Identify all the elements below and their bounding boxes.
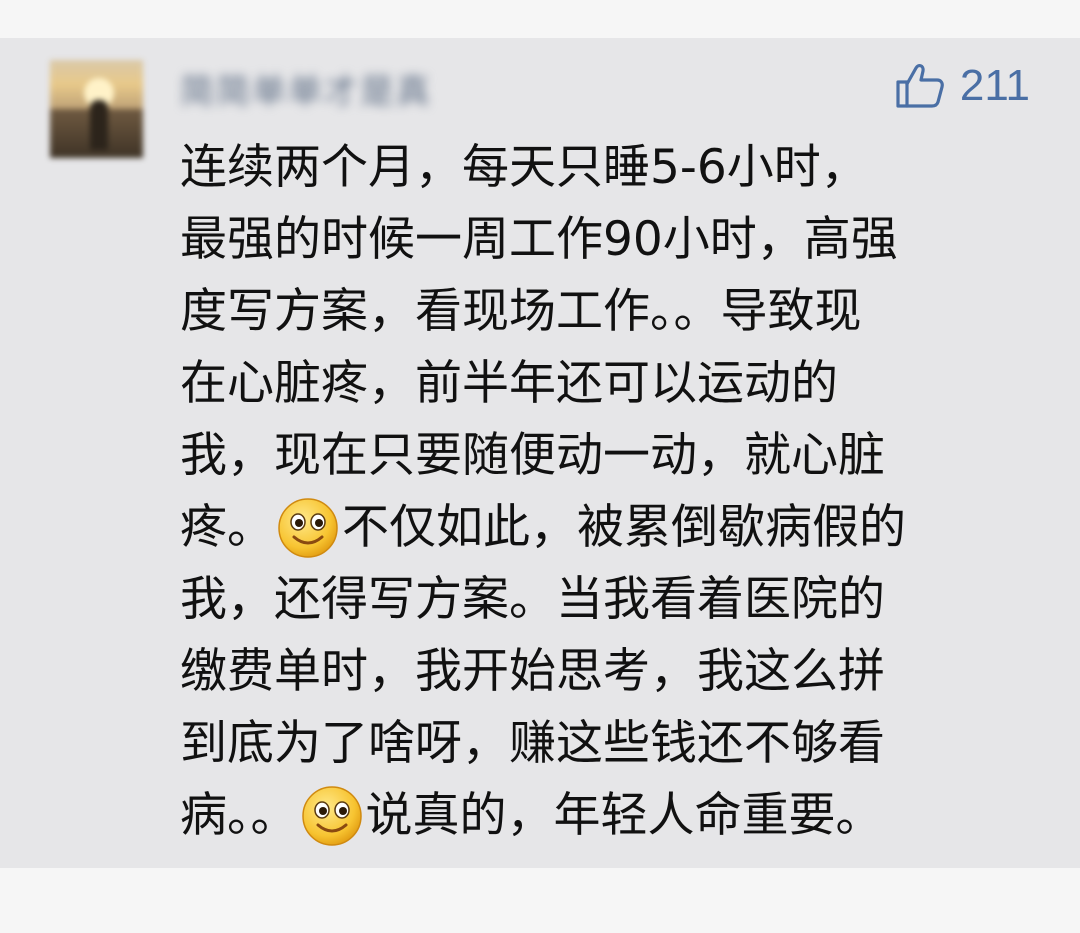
comment-line: 到底为了啥呀，赚这些钱还不够看 xyxy=(180,708,1020,780)
comment-text: 到底为了啥呀，赚这些钱还不够看 xyxy=(180,716,885,771)
avatar-figure xyxy=(90,100,108,150)
comment-text: 最强的时候一周工作90小时，高强 xyxy=(180,212,898,267)
comment-body: 连续两个月，每天只睡5-6小时， 最强的时候一周工作90小时，高强 度写方案，看现场… xyxy=(180,132,1020,852)
comment-text: 说真的，年轻人命重要。 xyxy=(365,788,883,843)
comment-text: 我，还得写方案。当我看着医院的 xyxy=(180,572,885,627)
thumbs-up-icon[interactable] xyxy=(894,60,946,112)
comment-line: 度写方案，看现场工作。。导致现 xyxy=(180,276,1020,348)
comment-text: 连续两个月，每天只睡5-6小时， xyxy=(180,140,868,195)
comment-line: 疼。 不仅如此，被累倒歇病假的 xyxy=(180,492,1020,564)
like-control[interactable]: 211 xyxy=(894,60,1030,112)
comment-text: 病。。 xyxy=(180,788,298,843)
comment-line: 我，现在只要随便动一动，就心脏 xyxy=(180,420,1020,492)
comment-text: 度写方案，看现场工作。。导致现 xyxy=(180,284,862,339)
comment-text: 在心脏疼，前半年还可以运动的 xyxy=(180,356,838,411)
comment-line: 最强的时候一周工作90小时，高强 xyxy=(180,204,1020,276)
comment-line: 病。。 说真的，年轻人命重要。 xyxy=(180,780,1020,852)
comment-line: 连续两个月，每天只睡5-6小时， xyxy=(180,132,1020,204)
user-avatar[interactable] xyxy=(50,60,143,158)
comment-card: 简简单单才是真 211 连续两个月，每天只睡5-6小时， 最强的时候一周工作90小… xyxy=(0,38,1080,868)
smiley-emoji-icon xyxy=(300,784,364,848)
comment-text: 疼。 xyxy=(180,500,274,555)
comment-line: 缴费单时，我开始思考，我这么拼 xyxy=(180,636,1020,708)
smiley-emoji-icon xyxy=(276,496,340,560)
comment-line: 在心脏疼，前半年还可以运动的 xyxy=(180,348,1020,420)
like-count: 211 xyxy=(959,61,1030,110)
username[interactable]: 简简单单才是真 xyxy=(180,64,432,113)
comment-line: 我，还得写方案。当我看着医院的 xyxy=(180,564,1020,636)
comment-text: 不仅如此，被累倒歇病假的 xyxy=(342,500,906,555)
comment-text: 我，现在只要随便动一动，就心脏 xyxy=(180,428,885,483)
comment-text: 缴费单时，我开始思考，我这么拼 xyxy=(180,644,885,699)
page: 简简单单才是真 211 连续两个月，每天只睡5-6小时， 最强的时候一周工作90小… xyxy=(0,0,1080,933)
